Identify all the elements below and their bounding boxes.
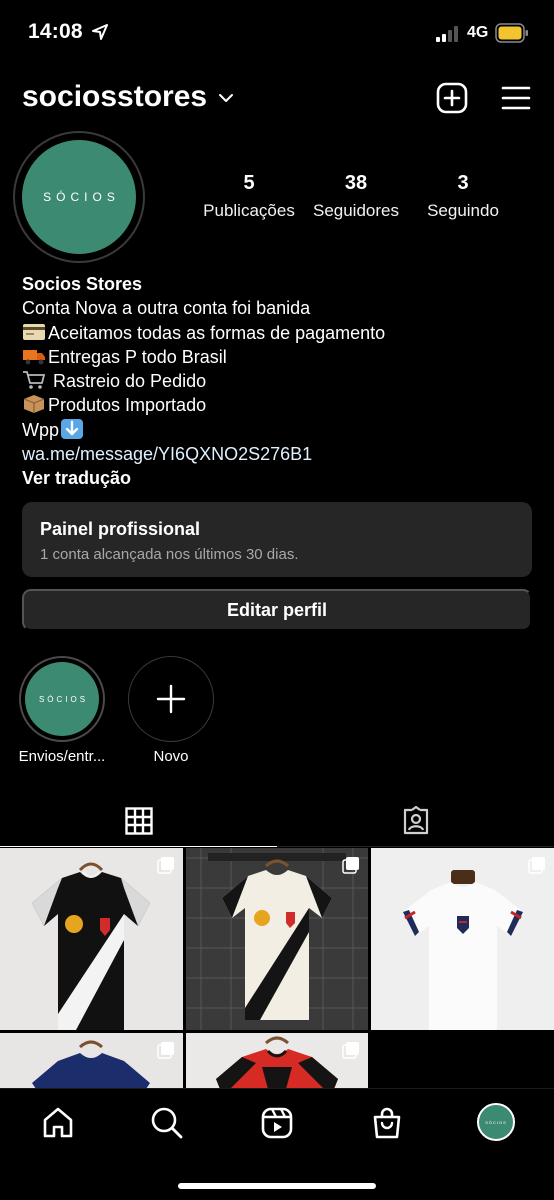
highlight-label: Novo	[153, 748, 189, 765]
plus-icon	[156, 684, 186, 714]
multiple-images-icon	[157, 857, 174, 874]
highlight-cover-text: SÓCIOS	[38, 694, 89, 704]
battery-icon	[495, 23, 528, 43]
stat-followers-count: 38	[344, 172, 368, 194]
stat-following[interactable]: 3 Seguindo	[417, 172, 509, 221]
post-thumbnail[interactable]	[371, 848, 554, 1030]
stat-posts-label: Publicações	[203, 201, 295, 220]
bio-line: Wpp	[22, 418, 532, 442]
black-jersey-image	[0, 848, 183, 1030]
nav-search[interactable]	[147, 1103, 187, 1143]
nav-shop[interactable]	[367, 1103, 407, 1143]
stat-posts-count: 5	[243, 172, 255, 194]
bio-name: Socios Stores	[22, 274, 143, 294]
professional-dashboard-subtitle: 1 conta alcançada nos últimos 30 dias.	[40, 546, 299, 563]
create-post-icon[interactable]	[436, 82, 468, 114]
bio-line-text: Entregas P todo Brasil	[48, 346, 227, 367]
profile-avatar[interactable]: SÓCIOS	[22, 140, 136, 254]
see-translation-link[interactable]: Ver tradução	[22, 466, 532, 490]
highlight-cover: SÓCIOS	[25, 662, 99, 736]
reels-icon	[261, 1107, 293, 1139]
new-highlight-button[interactable]: Novo	[121, 656, 221, 765]
highlight-ring: SÓCIOS	[19, 656, 105, 742]
bio-line: Conta Nova a outra conta foi banida	[22, 296, 532, 320]
nav-reels[interactable]	[257, 1103, 297, 1143]
professional-dashboard-title: Painel profissional	[40, 519, 201, 539]
red-black-jersey-image	[186, 1033, 368, 1089]
home-icon	[43, 1107, 73, 1138]
new-highlight-ring	[128, 656, 214, 742]
nav-home[interactable]	[38, 1103, 78, 1143]
navy-jersey-image	[0, 1033, 183, 1089]
signal-icon	[436, 26, 458, 42]
story-highlight[interactable]: SÓCIOS Envios/entr...	[12, 656, 112, 765]
bio-line-text: Conta Nova a outra conta foi banida	[22, 298, 311, 319]
bio: Socios Stores Conta Nova a outra conta f…	[22, 272, 532, 491]
highlight-label: Envios/entr...	[18, 748, 106, 765]
bio-link[interactable]: wa.me/message/YI6QXNO2S276B1	[22, 442, 532, 466]
bio-line-text: Rastreio do Pedido	[48, 371, 207, 392]
network-label: 4G	[467, 24, 489, 41]
bio-line: Aceitamos todas as formas de pagamento	[22, 321, 532, 345]
nav-avatar-text: SÓCIOS	[485, 1119, 507, 1125]
tab-tagged[interactable]	[277, 795, 554, 847]
multiple-images-icon	[528, 857, 545, 874]
stat-following-label: Seguindo	[427, 201, 499, 220]
multiple-images-icon	[342, 857, 359, 874]
bio-line-text: Produtos Importado	[48, 395, 207, 416]
profile-username[interactable]: sociosstores	[22, 80, 207, 114]
usa-jersey-image	[371, 848, 554, 1030]
stat-posts[interactable]: 5 Publicações	[198, 172, 300, 221]
status-time: 14:08	[28, 20, 83, 43]
nav-profile-avatar[interactable]: SÓCIOS	[477, 1103, 515, 1141]
post-thumbnail[interactable]	[186, 848, 368, 1030]
edit-profile-button[interactable]: Editar perfil	[22, 589, 532, 631]
search-icon	[151, 1107, 183, 1139]
credit-card-icon	[23, 323, 45, 340]
post-thumbnail[interactable]	[186, 1033, 368, 1089]
stat-followers[interactable]: 38 Seguidores	[304, 172, 408, 221]
tab-posts-grid[interactable]	[0, 795, 277, 847]
stat-following-count: 3	[457, 172, 469, 194]
chevron-down-icon[interactable]	[218, 92, 234, 104]
post-thumbnail[interactable]	[0, 1033, 183, 1089]
bio-line: Produtos Importado	[22, 393, 532, 417]
location-arrow-icon	[92, 24, 108, 40]
down-arrow-icon	[61, 418, 84, 439]
bio-line-text: Aceitamos todas as formas de pagamento	[48, 322, 386, 343]
home-indicator[interactable]	[178, 1183, 376, 1189]
grid-icon	[124, 806, 153, 835]
bio-line: Entregas P todo Brasil	[22, 345, 532, 369]
professional-dashboard-card[interactable]: Painel profissional 1 conta alcançada no…	[22, 502, 532, 577]
delivery-truck-icon	[23, 349, 45, 365]
bio-line: Rastreio do Pedido	[22, 369, 532, 393]
multiple-images-icon	[342, 1042, 359, 1059]
multiple-images-icon	[157, 1042, 174, 1059]
menu-icon[interactable]	[501, 85, 531, 111]
post-thumbnail[interactable]	[0, 848, 183, 1030]
avatar-logo-text: SÓCIOS	[43, 190, 120, 204]
tagged-icon	[403, 805, 428, 834]
status-bar: 14:08 4G	[0, 0, 554, 66]
shop-icon	[373, 1107, 401, 1139]
package-icon	[23, 395, 45, 414]
shopping-cart-icon	[23, 371, 46, 389]
bio-line-text: Wpp	[22, 419, 60, 440]
stat-followers-label: Seguidores	[312, 201, 399, 220]
white-jersey-image	[186, 848, 368, 1030]
